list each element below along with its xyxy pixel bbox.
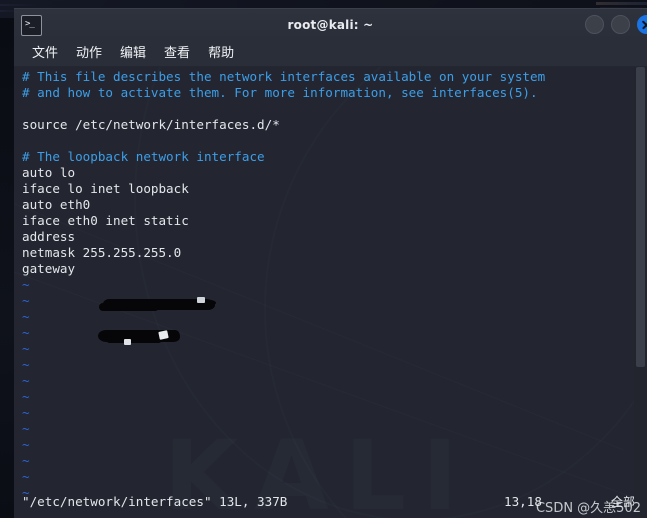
minimize-button[interactable] <box>585 15 604 34</box>
vim-line: address <box>22 229 83 244</box>
vim-line: iface eth0 inet static <box>22 213 189 228</box>
vim-empty-line-marker: ~ <box>22 277 30 292</box>
vim-line: gateway <box>22 261 83 276</box>
terminal-body[interactable]: KALI # This file describes the network i… <box>14 67 647 518</box>
vim-empty-line-marker: ~ <box>22 453 30 468</box>
vim-line: # and how to activate them. For more inf… <box>22 85 538 100</box>
vim-empty-line-marker: ~ <box>22 309 30 324</box>
vim-line <box>22 133 625 149</box>
status-scroll-indicator: 全部 <box>610 495 635 509</box>
vim-status-line: "/etc/network/interfaces" 13L, 337B 13,1… <box>22 494 647 510</box>
vim-empty-line-marker: ~ <box>22 341 30 356</box>
vim-line: auto lo <box>22 165 76 180</box>
status-file-info: "/etc/network/interfaces" 13L, 337B <box>22 494 288 509</box>
terminal-window: >_ root@kali: ~ 文件 动作 编辑 查看 帮助 KALI # Th… <box>14 8 647 518</box>
vim-line <box>22 101 625 117</box>
menu-bar: 文件 动作 编辑 查看 帮助 <box>14 41 647 67</box>
redaction-mark-gateway <box>106 336 162 343</box>
menu-item-view[interactable]: 查看 <box>155 41 199 67</box>
status-cursor-position: 13,18 <box>504 494 542 509</box>
vim-empty-line-marker: ~ <box>22 469 30 484</box>
window-title: root@kali: ~ <box>287 18 374 32</box>
vim-empty-line-marker: ~ <box>22 421 30 436</box>
vim-empty-line-marker: ~ <box>22 405 30 420</box>
close-button[interactable] <box>637 15 647 34</box>
wallpaper-streak <box>0 4 40 6</box>
vim-empty-line-marker: ~ <box>22 389 30 404</box>
vim-line: auto eth0 <box>22 197 91 212</box>
desktop-left-strip <box>0 18 14 518</box>
vim-line: source /etc/network/interfaces.d/* <box>22 117 280 132</box>
vim-line: # This file describes the network interf… <box>22 69 546 84</box>
window-controls <box>585 15 647 34</box>
vim-line: iface lo inet loopback <box>22 181 189 196</box>
redaction-mark-gateway <box>124 339 131 345</box>
menu-item-actions[interactable]: 动作 <box>67 41 111 67</box>
vim-line: netmask 255.255.255.0 <box>22 245 182 260</box>
window-titlebar[interactable]: >_ root@kali: ~ <box>14 8 647 41</box>
vim-text-area[interactable]: # This file describes the network interf… <box>22 69 625 501</box>
maximize-button[interactable] <box>611 15 630 34</box>
terminal-scrollbar[interactable] <box>634 67 647 518</box>
redaction-mark-address <box>197 297 205 303</box>
vim-empty-line-marker: ~ <box>22 437 30 452</box>
menu-item-help[interactable]: 帮助 <box>199 41 243 67</box>
menu-item-edit[interactable]: 编辑 <box>111 41 155 67</box>
vim-empty-line-marker: ~ <box>22 357 30 372</box>
menu-item-file[interactable]: 文件 <box>23 41 67 67</box>
scrollbar-thumb[interactable] <box>636 67 645 367</box>
redaction-mark-address <box>99 303 159 311</box>
wallpaper-streak <box>596 2 647 5</box>
vim-empty-line-marker: ~ <box>22 373 30 388</box>
vim-line: # The loopback network interface <box>22 149 265 164</box>
